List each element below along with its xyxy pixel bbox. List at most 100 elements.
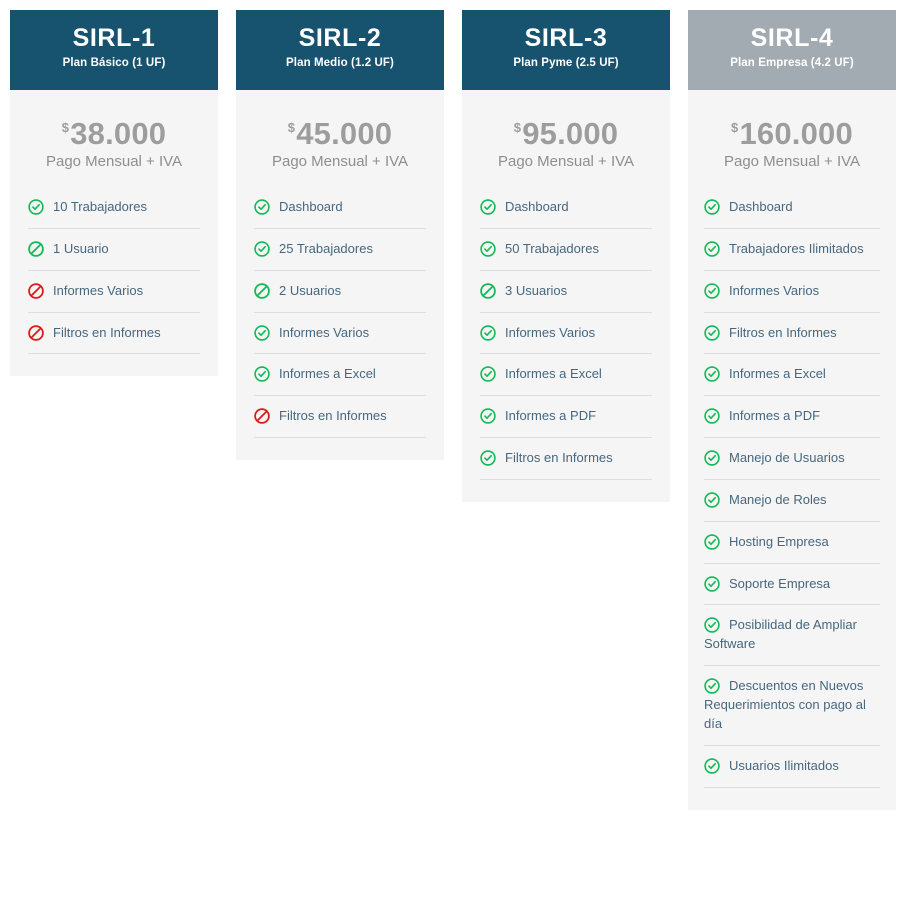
prohibition-circle-red-icon (254, 408, 270, 425)
prohibition-circle-green-icon (480, 282, 496, 299)
feature-label: Informes Varios (279, 324, 370, 340)
plan-price-block: $160.000 Pago Mensual + IVA (688, 90, 896, 179)
feature-item: Informes a Excel (254, 354, 426, 397)
check-circle-icon (704, 282, 720, 299)
plan-card-sirl-1[interactable]: SIRL-1 Plan Básico (1 UF) $38.000 Pago Mens… (10, 10, 218, 377)
price-amount: 160.000 (739, 116, 853, 151)
plan-card-sirl-3[interactable]: SIRL-3 Plan Pyme (2.5 UF) $95.000 Pago Mens… (462, 10, 670, 502)
plan-header: SIRL-3 Plan Pyme (2.5 UF) (462, 10, 670, 90)
check-circle-icon (704, 366, 720, 383)
feature-item: Usuarios Ilimitados (704, 746, 880, 788)
feature-item: 2 Usuarios (254, 271, 426, 313)
feature-label: Trabajadores Ilimitados (729, 240, 864, 256)
feature-list: Dashboard 25 Trabajadores 2 Usuarios Inform… (236, 179, 444, 460)
feature-label: Informes Varios (729, 282, 820, 298)
check-circle-icon (254, 241, 270, 257)
feature-item: Informes a Excel (480, 354, 652, 397)
check-circle-icon (704, 575, 720, 592)
check-circle-icon (254, 366, 270, 383)
plan-period: Pago Mensual + IVA (271, 153, 409, 170)
feature-item: Manejo de Usuarios (704, 438, 880, 480)
check-circle-icon (704, 450, 720, 466)
check-circle-icon (704, 324, 720, 341)
feature-item: 10 Trabajadores (28, 189, 200, 229)
feature-item: Informes a PDF (704, 396, 880, 439)
feature-label: Informes Varios (505, 324, 596, 340)
check-circle-icon (704, 241, 720, 257)
feature-item: Soporte Empresa (704, 564, 880, 606)
plan-price-block: $45.000 Pago Mensual + IVA (236, 90, 444, 179)
plan-period: Pago Mensual + IVA (45, 153, 183, 170)
plan-code: SIRL-1 (72, 23, 156, 52)
plan-period: Pago Mensual + IVA (723, 153, 861, 170)
feature-item: 3 Usuarios (480, 271, 652, 313)
plan-card-sirl-4[interactable]: SIRL-4 Plan Empresa (4.2 UF) $160.000 Pago … (688, 10, 896, 810)
feature-item: Informes Varios (254, 313, 426, 355)
feature-label: 50 Trabajadores (505, 240, 599, 256)
feature-label: 3 Usuarios (505, 282, 568, 298)
feature-item: 50 Trabajadores (480, 229, 652, 271)
check-circle-icon (480, 199, 496, 215)
feature-item: Informes Varios (480, 313, 652, 355)
feature-label: Manejo de Usuarios (729, 450, 845, 466)
plan-price-block: $95.000 Pago Mensual + IVA (462, 90, 670, 179)
feature-label: Dashboard (729, 199, 793, 214)
check-circle-icon (28, 199, 44, 215)
plan-price-block: $38.000 Pago Mensual + IVA (10, 90, 218, 179)
feature-label: Usuarios Ilimitados (729, 757, 839, 773)
plan-price: $38.000 (18, 118, 210, 149)
prohibition-circle-green-icon (254, 282, 270, 299)
feature-label: Hosting Empresa (729, 533, 829, 549)
feature-label: 10 Trabajadores (53, 199, 147, 214)
feature-item: Trabajadores Ilimitados (704, 229, 880, 271)
plan-subtitle: Plan Medio (1.2 UF) (286, 57, 394, 70)
feature-label: Informes Varios (53, 282, 144, 298)
plan-subtitle: Plan Básico (1 UF) (62, 57, 166, 70)
price-amount: 45.000 (296, 116, 393, 151)
feature-label: Descuentos en Nuevos Requerimientos con … (704, 678, 866, 731)
currency-symbol: $ (731, 120, 739, 135)
feature-label: Informes a Excel (505, 366, 602, 382)
prohibition-circle-green-icon (28, 241, 44, 257)
check-circle-icon (704, 199, 720, 215)
feature-item: Informes Varios (28, 271, 200, 313)
plan-header: SIRL-1 Plan Básico (1 UF) (10, 10, 218, 90)
check-circle-icon (480, 241, 496, 257)
feature-label: Filtros en Informes (729, 324, 837, 340)
check-circle-icon (480, 366, 496, 383)
plan-code: SIRL-4 (750, 23, 834, 52)
feature-item: Dashboard (480, 189, 652, 229)
feature-item: Manejo de Roles (704, 480, 880, 522)
feature-item: Hosting Empresa (704, 522, 880, 564)
feature-label: Dashboard (279, 199, 343, 214)
feature-item: Informes Varios (704, 271, 880, 313)
feature-label: Informes a Excel (279, 366, 376, 382)
feature-list: Dashboard Trabajadores Ilimitados Informes… (688, 179, 896, 810)
plan-subtitle: Plan Pyme (2.5 UF) (513, 57, 619, 70)
check-circle-icon (254, 199, 270, 215)
check-circle-icon (704, 408, 720, 424)
plan-price: $95.000 (470, 118, 662, 149)
feature-item: Informes a Excel (704, 354, 880, 397)
feature-label: Filtros en Informes (279, 408, 387, 424)
check-circle-icon (704, 617, 720, 634)
prohibition-circle-red-icon (28, 282, 44, 299)
feature-item: 1 Usuario (28, 229, 200, 271)
pricing-table: SIRL-1 Plan Básico (1 UF) $38.000 Pago Mens… (0, 0, 904, 900)
feature-label: 2 Usuarios (279, 282, 342, 298)
check-circle-icon (704, 534, 720, 550)
plan-header: SIRL-2 Plan Medio (1.2 UF) (236, 10, 444, 90)
feature-list: Dashboard 50 Trabajadores 3 Usuarios Inform… (462, 179, 670, 502)
check-circle-icon (480, 408, 496, 424)
feature-item: Descuentos en Nuevos Requerimientos con … (704, 666, 880, 746)
currency-symbol: $ (61, 120, 70, 135)
feature-label: Posibilidad de Ampliar Software (704, 617, 857, 652)
feature-item: Dashboard (704, 189, 880, 229)
feature-label: 25 Trabajadores (279, 240, 373, 256)
plan-price: $45.000 (244, 118, 436, 149)
plan-code: SIRL-3 (524, 23, 608, 52)
feature-label: Soporte Empresa (729, 575, 831, 591)
feature-item: Filtros en Informes (254, 396, 426, 439)
feature-item: 25 Trabajadores (254, 229, 426, 271)
plan-card-sirl-2[interactable]: SIRL-2 Plan Medio (1.2 UF) $45.000 Pago Men… (236, 10, 444, 461)
